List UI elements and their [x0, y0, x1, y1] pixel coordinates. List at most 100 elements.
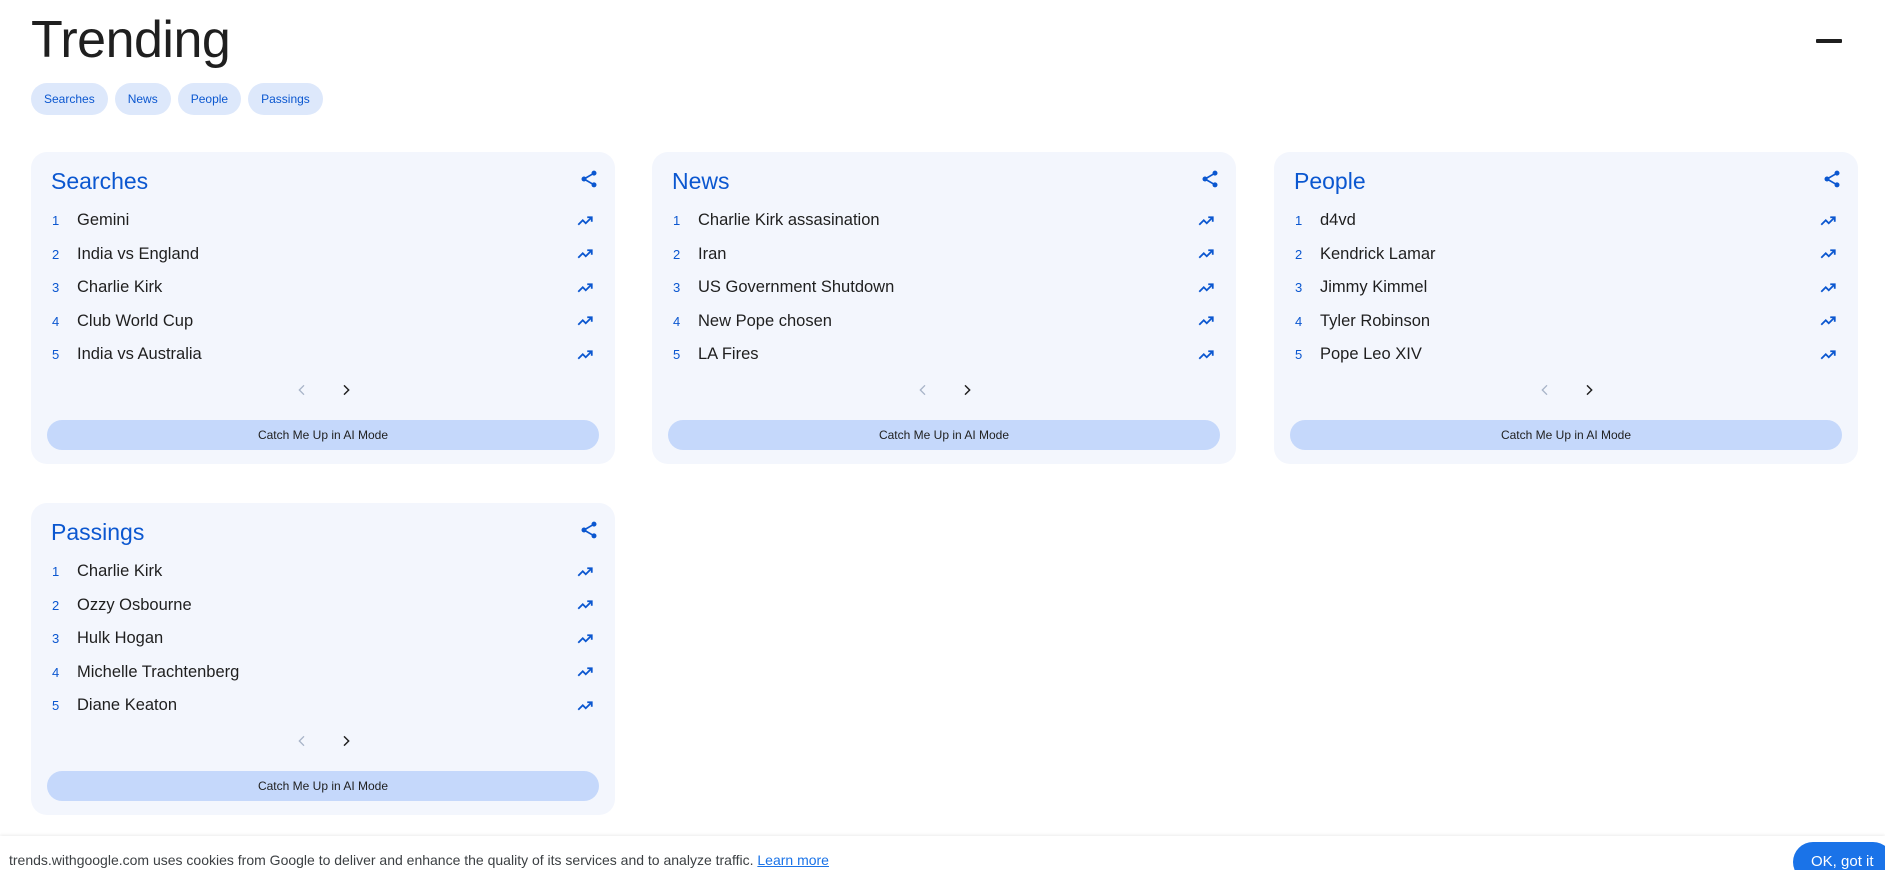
catch-me-up-button[interactable]: Catch Me Up in AI Mode [47, 420, 599, 450]
chip-people[interactable]: People [177, 83, 242, 115]
rank-number: 1 [673, 213, 681, 229]
rank-number: 3 [52, 280, 60, 296]
page-title: Trending [31, 11, 231, 69]
trending-up-icon [577, 600, 593, 610]
list-item[interactable]: 2 Ozzy Osbourne [51, 589, 595, 623]
pager [31, 380, 615, 400]
trending-up-icon [577, 249, 593, 259]
list-item[interactable]: 3 Hulk Hogan [51, 622, 595, 656]
trending-up-icon [577, 216, 593, 226]
trending-up-icon [577, 634, 593, 644]
catch-me-up-button[interactable]: Catch Me Up in AI Mode [668, 420, 1220, 450]
rank-number: 4 [52, 313, 60, 329]
rank-number: 4 [1295, 313, 1303, 329]
trending-up-icon [1820, 249, 1836, 259]
rank-number: 1 [52, 213, 60, 229]
list-item[interactable]: 1 Gemini [51, 204, 595, 238]
trending-up-icon [577, 283, 593, 293]
rank-number: 3 [673, 280, 681, 296]
learn-more-link[interactable]: Learn more [757, 852, 829, 868]
list-item[interactable]: 2 Kendrick Lamar [1294, 238, 1838, 272]
chevron-right-icon[interactable] [1581, 382, 1597, 398]
rank-number: 2 [1295, 246, 1303, 262]
chip-passings[interactable]: Passings [248, 83, 323, 115]
trend-term: Michelle Trachtenberg [77, 662, 240, 681]
chevron-right-icon[interactable] [959, 382, 975, 398]
card-title: Passings [51, 519, 145, 545]
trending-up-icon [577, 567, 593, 577]
pager [31, 731, 615, 751]
rank-number: 1 [52, 564, 60, 580]
cookie-message: trends.withgoogle.com uses cookies from … [9, 852, 829, 868]
share-icon[interactable] [1822, 169, 1842, 189]
minus-icon[interactable] [1816, 39, 1842, 43]
trend-term: US Government Shutdown [698, 278, 895, 297]
category-chips: Searches News People Passings [31, 83, 323, 115]
trend-term: Tyler Robinson [1320, 311, 1431, 330]
rank-number: 3 [52, 631, 60, 647]
trend-term: Charlie Kirk [77, 562, 163, 581]
trend-term: India vs England [77, 244, 200, 263]
trend-term: LA Fires [698, 345, 759, 364]
list-item[interactable]: 2 Iran [672, 238, 1216, 272]
rank-number: 2 [673, 246, 681, 262]
list-item[interactable]: 1 Charlie Kirk assasination [672, 204, 1216, 238]
list-item[interactable]: 4 Club World Cup [51, 305, 595, 339]
cookie-text: trends.withgoogle.com uses cookies from … [9, 852, 754, 868]
card-people: People 1 d4vd 2 Kendrick Lamar 3 Jimmy Kimm… [1274, 152, 1858, 464]
rank-number: 5 [52, 347, 60, 363]
trending-up-icon [577, 701, 593, 711]
list-item[interactable]: 1 d4vd [1294, 204, 1838, 238]
chevron-right-icon[interactable] [338, 382, 354, 398]
list-item[interactable]: 5 Pope Leo XIV [1294, 338, 1838, 372]
trend-term: Gemini [77, 211, 130, 230]
card-passings: Passings 1 Charlie Kirk 2 Ozzy Osbourne 3 H… [31, 503, 615, 815]
trending-up-icon [577, 316, 593, 326]
chevron-left-icon[interactable] [294, 382, 310, 398]
trend-term: d4vd [1320, 211, 1356, 230]
trend-term: New Pope chosen [698, 311, 832, 330]
trending-up-icon [1198, 350, 1214, 360]
trend-term: Diane Keaton [77, 696, 177, 715]
list-item[interactable]: 3 Jimmy Kimmel [1294, 271, 1838, 305]
trending-up-icon [577, 350, 593, 360]
rank-number: 2 [52, 597, 60, 613]
list-item[interactable]: 5 Diane Keaton [51, 689, 595, 723]
list-item[interactable]: 5 LA Fires [672, 338, 1216, 372]
trend-term: Kendrick Lamar [1320, 244, 1436, 263]
rank-number: 5 [1295, 347, 1303, 363]
list-item[interactable]: 1 Charlie Kirk [51, 555, 595, 589]
list-item[interactable]: 4 Tyler Robinson [1294, 305, 1838, 339]
list-item[interactable]: 4 New Pope chosen [672, 305, 1216, 339]
ok-got-it-button[interactable]: OK, got it [1793, 842, 1885, 870]
share-icon[interactable] [579, 169, 599, 189]
chip-news[interactable]: News [114, 83, 171, 115]
rank-number: 2 [52, 246, 60, 262]
rank-number: 4 [52, 664, 60, 680]
trending-up-icon [1198, 249, 1214, 259]
list-item[interactable]: 3 Charlie Kirk [51, 271, 595, 305]
catch-me-up-button[interactable]: Catch Me Up in AI Mode [1290, 420, 1842, 450]
list-item[interactable]: 5 India vs Australia [51, 338, 595, 372]
trend-term: Iran [698, 244, 727, 263]
trend-term: Club World Cup [77, 311, 194, 330]
list-item[interactable]: 3 US Government Shutdown [672, 271, 1216, 305]
rank-number: 1 [1295, 213, 1303, 229]
trend-term: Ozzy Osbourne [77, 595, 192, 614]
list-item[interactable]: 4 Michelle Trachtenberg [51, 656, 595, 690]
trend-term: Hulk Hogan [77, 629, 164, 648]
trend-term: Pope Leo XIV [1320, 345, 1422, 364]
list-item[interactable]: 2 India vs England [51, 238, 595, 272]
share-icon[interactable] [579, 520, 599, 540]
chevron-left-icon[interactable] [915, 382, 931, 398]
card-title: Searches [51, 168, 149, 194]
chevron-left-icon[interactable] [1537, 382, 1553, 398]
chip-searches[interactable]: Searches [31, 83, 108, 115]
catch-me-up-button[interactable]: Catch Me Up in AI Mode [47, 771, 599, 801]
trending-up-icon [1198, 316, 1214, 326]
chevron-left-icon[interactable] [294, 733, 310, 749]
rank-number: 5 [52, 698, 60, 714]
trend-term: India vs Australia [77, 345, 202, 364]
share-icon[interactable] [1200, 169, 1220, 189]
chevron-right-icon[interactable] [338, 733, 354, 749]
